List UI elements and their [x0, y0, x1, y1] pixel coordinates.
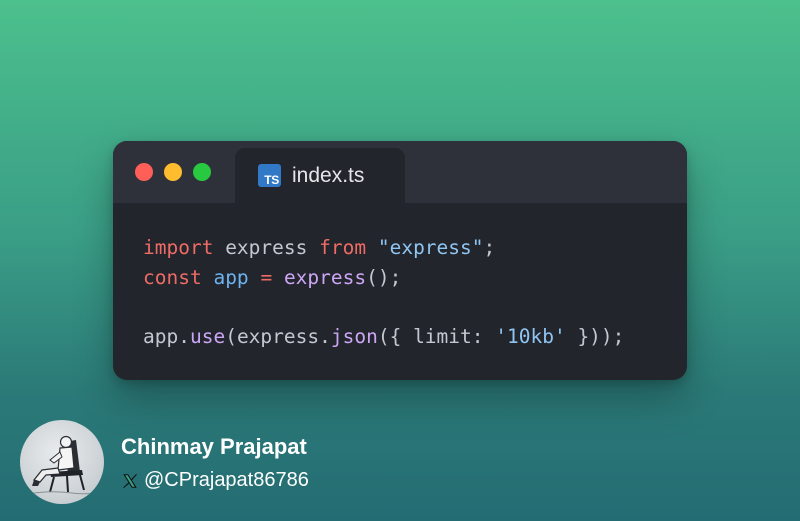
- code-line: import express from "express";: [143, 233, 624, 263]
- window-titlebar: TS index.ts: [113, 141, 687, 203]
- code-token: (express.: [225, 324, 331, 348]
- typescript-icon-text: TS: [264, 173, 279, 187]
- code-token: '10kb': [495, 324, 566, 348]
- code-token: ();: [366, 265, 402, 289]
- author-handle-row[interactable]: @CPrajapat86786: [121, 469, 309, 492]
- typescript-icon: TS: [258, 164, 281, 187]
- maximize-dot[interactable]: [193, 163, 211, 181]
- code-token: ;: [483, 236, 496, 259]
- tab-label: index.ts: [292, 163, 365, 187]
- code-token: express: [213, 236, 320, 259]
- code-line: const app = express();: [143, 263, 624, 293]
- code-window: TS index.ts import express from "express…: [113, 141, 687, 380]
- minimize-dot[interactable]: [164, 163, 182, 181]
- code-token: use: [189, 324, 226, 348]
- code-token: json: [330, 324, 378, 348]
- code-token: app: [213, 265, 249, 289]
- code-editor: import express from "express"; const app …: [143, 233, 624, 351]
- author-name: Chinmay Prajapat: [121, 434, 307, 459]
- tab-index-ts[interactable]: TS index.ts: [235, 148, 405, 203]
- close-dot[interactable]: [135, 163, 153, 181]
- code-token: =: [260, 265, 273, 289]
- author-handle: @CPrajapat86786: [144, 469, 309, 491]
- code-token: }));: [565, 324, 625, 348]
- code-token: ({ limit:: [377, 324, 496, 348]
- code-token: app.: [143, 324, 190, 348]
- code-token: from: [319, 236, 367, 259]
- code-token: const: [143, 265, 202, 289]
- code-token: "express": [377, 236, 484, 259]
- code-token: import: [143, 236, 214, 259]
- code-token: express: [283, 265, 367, 289]
- x-logo-icon: [122, 473, 138, 488]
- person-in-chair-illustration: [27, 435, 99, 495]
- code-line: app.use(express.json({ limit: '10kb' }))…: [143, 322, 624, 352]
- avatar: [20, 420, 104, 504]
- traffic-lights: [135, 163, 211, 181]
